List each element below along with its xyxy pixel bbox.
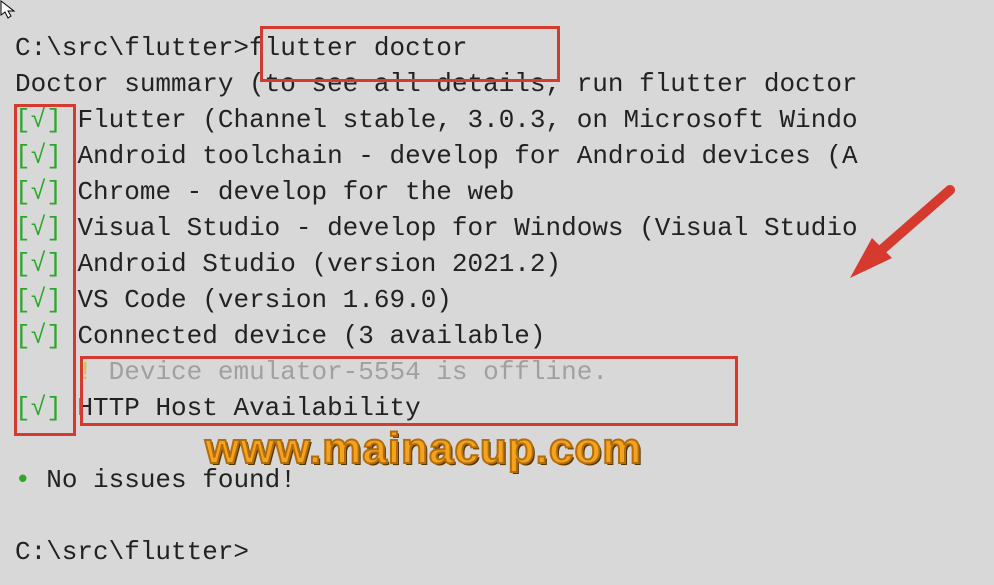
check-row: [√] HTTP Host Availability bbox=[15, 390, 979, 426]
check-close: ] bbox=[46, 177, 62, 207]
check-close: ] bbox=[46, 105, 62, 135]
bullet-icon: • bbox=[15, 465, 31, 495]
check-close: ] bbox=[46, 285, 62, 315]
check-close: ] bbox=[46, 213, 62, 243]
check-text: Android Studio (version 2021.2) bbox=[77, 249, 561, 279]
check-row: [√] Android Studio (version 2021.2) bbox=[15, 246, 979, 282]
blank-line bbox=[15, 426, 979, 462]
no-issues-line: • No issues found! bbox=[15, 462, 979, 498]
check-row: [√] Visual Studio - develop for Windows … bbox=[15, 210, 979, 246]
check-open: [ bbox=[15, 141, 31, 171]
check-text: VS Code (version 1.69.0) bbox=[77, 285, 451, 315]
terminal-output: C:\src\flutter>flutter doctor Doctor sum… bbox=[0, 0, 994, 585]
checkmark-icon: √ bbox=[31, 141, 47, 171]
checkmark-icon: √ bbox=[31, 105, 47, 135]
summary-line: Doctor summary (to see all details, run … bbox=[15, 66, 979, 102]
check-text: Visual Studio - develop for Windows (Vis… bbox=[77, 213, 857, 243]
check-text: Connected device (3 available) bbox=[77, 321, 545, 351]
check-row: [√] Chrome - develop for the web bbox=[15, 174, 979, 210]
checkmark-icon: √ bbox=[31, 393, 47, 423]
warning-text: Device emulator-5554 is offline. bbox=[109, 357, 608, 387]
warning-row: ! Device emulator-5554 is offline. bbox=[15, 354, 979, 390]
check-open: [ bbox=[15, 213, 31, 243]
checkmark-icon: √ bbox=[31, 285, 47, 315]
check-close: ] bbox=[46, 249, 62, 279]
command-line: C:\src\flutter>flutter doctor bbox=[15, 30, 979, 66]
check-open: [ bbox=[15, 285, 31, 315]
check-row: [√] VS Code (version 1.69.0) bbox=[15, 282, 979, 318]
check-text: Flutter (Channel stable, 3.0.3, on Micro… bbox=[77, 105, 857, 135]
check-row: [√] Android toolchain - develop for Andr… bbox=[15, 138, 979, 174]
prompt-path: C:\src\flutter> bbox=[15, 537, 249, 567]
check-text: Android toolchain - develop for Android … bbox=[77, 141, 857, 171]
checkmark-icon: √ bbox=[31, 321, 47, 351]
check-row: [√] Flutter (Channel stable, 3.0.3, on M… bbox=[15, 102, 979, 138]
no-issues-text: No issues found! bbox=[46, 465, 296, 495]
check-open: [ bbox=[15, 177, 31, 207]
checkmark-icon: √ bbox=[31, 249, 47, 279]
command-text: flutter doctor bbox=[249, 33, 467, 63]
checkmark-icon: √ bbox=[31, 213, 47, 243]
check-close: ] bbox=[46, 321, 62, 351]
blank-line bbox=[15, 498, 979, 534]
check-open: [ bbox=[15, 105, 31, 135]
check-row: [√] Connected device (3 available) bbox=[15, 318, 979, 354]
check-open: [ bbox=[15, 249, 31, 279]
check-close: ] bbox=[46, 141, 62, 171]
prompt-line: C:\src\flutter> bbox=[15, 534, 979, 570]
checkmark-icon: √ bbox=[31, 177, 47, 207]
check-text: Chrome - develop for the web bbox=[77, 177, 514, 207]
warning-icon: ! bbox=[77, 357, 93, 387]
check-open: [ bbox=[15, 321, 31, 351]
check-close: ] bbox=[46, 393, 62, 423]
check-open: [ bbox=[15, 393, 31, 423]
check-text: HTTP Host Availability bbox=[77, 393, 420, 423]
prompt-path: C:\src\flutter> bbox=[15, 33, 249, 63]
